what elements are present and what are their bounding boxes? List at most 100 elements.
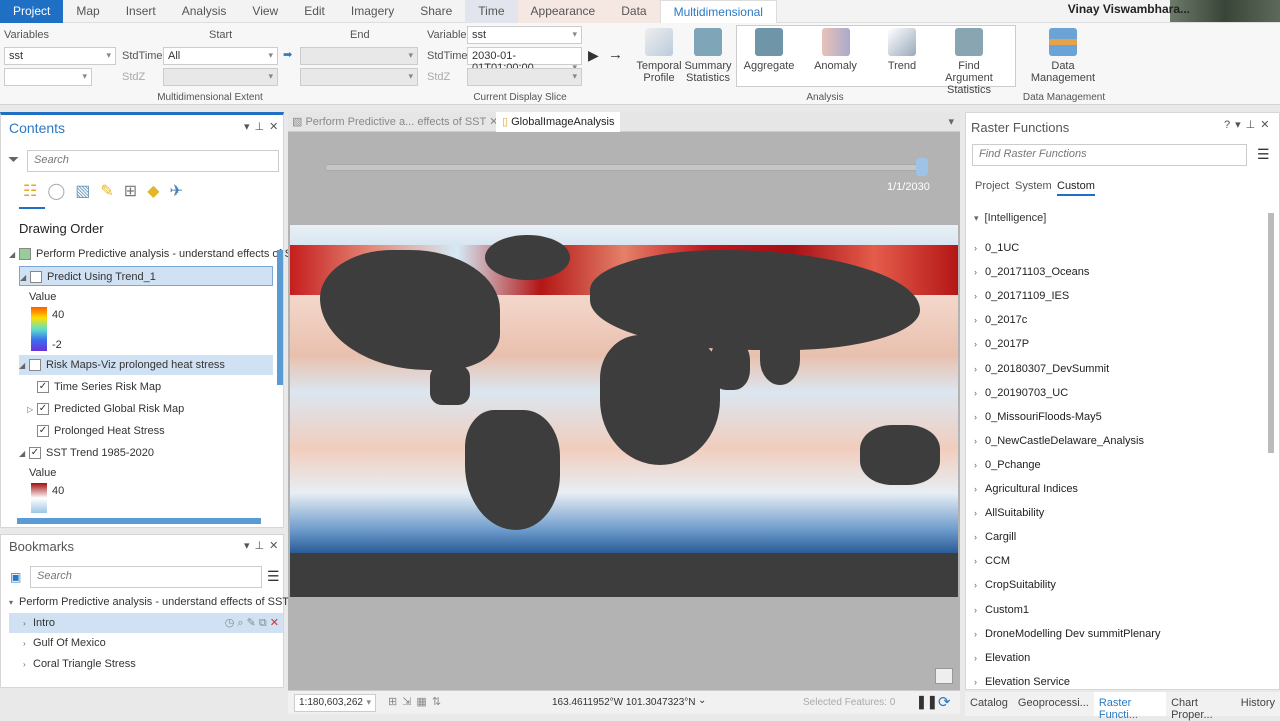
tab-map[interactable]: Map	[63, 0, 112, 23]
bookmark-actions[interactable]: ◷ ⌕ ✎ ⧉ ✕	[225, 613, 279, 633]
bookmark-intro[interactable]: › Intro ◷ ⌕ ✎ ⧉ ✕	[9, 613, 283, 633]
raster-function-item[interactable]: › Elevation	[974, 652, 1030, 664]
checkbox-checked[interactable]: ✓	[37, 381, 49, 394]
variable-dropdown[interactable]: sst	[467, 26, 582, 44]
data-management-button[interactable]: Data Management	[1030, 28, 1096, 84]
dimension-dropdown[interactable]	[4, 68, 92, 86]
raster-function-item[interactable]: › CCM	[974, 555, 1010, 567]
raster-function-item[interactable]: › Agricultural Indices	[974, 483, 1078, 495]
next-arrow-icon[interactable]: →	[608, 46, 623, 63]
bookmark-gulf[interactable]: › Gulf Of Mexico	[9, 633, 106, 653]
raster-function-item[interactable]: › Custom1	[974, 604, 1029, 616]
trend-button[interactable]: Trend	[878, 28, 926, 72]
intelligence-group[interactable]: ▾ [Intelligence]	[974, 212, 1046, 224]
raster-function-item[interactable]: › 0_NewCastleDelaware_Analysis	[974, 435, 1144, 447]
checkbox-checked[interactable]: ✓	[29, 447, 41, 460]
bookmark-map-group[interactable]: ▾ Perform Predictive analysis - understan…	[9, 592, 289, 612]
layer-checkbox[interactable]	[30, 271, 42, 284]
tab-data[interactable]: Data	[608, 0, 660, 23]
snapping-icon[interactable]: ⊞	[124, 181, 137, 201]
raster-function-item[interactable]: › Cargill	[974, 531, 1016, 543]
layer-time-series[interactable]: ✓ Time Series Risk Map	[37, 377, 161, 397]
time-slider[interactable]	[325, 164, 925, 171]
group-layer-risk-maps[interactable]: ◢ Risk Maps-Viz prolonged heat stress	[19, 355, 273, 375]
coordinate-format-dropdown[interactable]: ⌄	[698, 695, 706, 706]
checkbox-checked[interactable]: ✓	[37, 425, 49, 438]
summary-statistics-button[interactable]: Summary Statistics	[684, 28, 732, 84]
bookmarks-search-input[interactable]: Search	[30, 566, 262, 588]
aggregate-button[interactable]: Aggregate	[740, 28, 798, 72]
raster-function-item[interactable]: › 0_2017c	[974, 314, 1027, 326]
raster-function-item[interactable]: › 0_MissouriFloods-May5	[974, 411, 1102, 423]
raster-function-item[interactable]: › 0_20171109_IES	[974, 290, 1069, 302]
tab-time[interactable]: Time	[465, 0, 518, 23]
tab-edit[interactable]: Edit	[291, 0, 338, 23]
tab-imagery[interactable]: Imagery	[338, 0, 407, 23]
layer-predicted-global[interactable]: ▷ ✓ Predicted Global Risk Map	[27, 399, 184, 419]
variables-dropdown[interactable]: sst	[4, 47, 116, 65]
filter-icon[interactable]: ⏷	[8, 151, 19, 168]
tab-geoprocessing[interactable]: Geoprocessi...	[1013, 692, 1094, 716]
vertical-scrollbar[interactable]	[277, 250, 283, 385]
pane-controls[interactable]: ▾⊥✕	[244, 120, 283, 133]
contents-search-input[interactable]: Search	[27, 150, 279, 172]
raster-function-item[interactable]: › CropSuitability	[974, 579, 1056, 591]
tab-chart-properties[interactable]: Chart Proper...	[1166, 692, 1236, 721]
raster-function-item[interactable]: › 0_Pchange	[974, 459, 1041, 471]
apply-arrow-icon[interactable]: ➡	[283, 48, 292, 61]
tab-system[interactable]: System	[1015, 180, 1052, 192]
raster-function-item[interactable]: › AllSuitability	[974, 507, 1044, 519]
find-argument-statistics-button[interactable]: Find Argument Statistics	[934, 28, 1004, 96]
end-stdtime-dropdown[interactable]	[300, 47, 418, 65]
checkbox-checked[interactable]: ✓	[37, 403, 49, 416]
raster-function-item[interactable]: › Elevation Service	[974, 676, 1070, 688]
pause-icon[interactable]: ❚❚	[916, 694, 938, 710]
layer-predict-using-trend[interactable]: ◢ Predict Using Trend_1	[19, 266, 273, 286]
tab-insert[interactable]: Insert	[113, 0, 169, 23]
raster-function-item[interactable]: › 0_20171103_Oceans	[974, 266, 1089, 278]
raster-functions-search[interactable]: Find Raster Functions	[972, 144, 1247, 166]
menu-icon[interactable]: ☰	[1257, 146, 1270, 163]
tab-analysis[interactable]: Analysis	[169, 0, 240, 23]
tab-multidimensional[interactable]: Multidimensional	[659, 0, 777, 23]
start-stdtime-dropdown[interactable]: All	[163, 47, 278, 65]
user-name[interactable]: Vinay Viswambhara...	[1068, 2, 1190, 16]
tab-custom[interactable]: Custom	[1057, 180, 1095, 196]
raster-function-item[interactable]: › 0_20180307_DevSummit	[974, 363, 1109, 375]
raster-function-item[interactable]: › 0_2017P	[974, 338, 1029, 350]
tab-history[interactable]: History	[1236, 692, 1280, 716]
bookmark-icon[interactable]: ▣	[10, 570, 21, 584]
map-item[interactable]: ◢ Perform Predictive analysis - understan…	[9, 244, 306, 264]
map-tab-global[interactable]: ▯ GlobalImageAnalysis	[496, 112, 621, 132]
labeling-icon[interactable]: ◆	[147, 181, 159, 201]
slice-stdz-dropdown[interactable]	[467, 68, 582, 86]
rf-scrollbar[interactable]	[1268, 213, 1274, 453]
tab-raster-functions[interactable]: Raster Functi...	[1093, 692, 1167, 721]
tab-share[interactable]: Share	[407, 0, 465, 23]
raster-function-item[interactable]: › DroneModelling Dev summitPlenary	[974, 628, 1160, 640]
start-stdz-dropdown[interactable]	[163, 68, 278, 86]
time-slider-thumb[interactable]	[916, 158, 928, 176]
scale-dropdown[interactable]: 1:180,603,262	[294, 694, 376, 712]
drawing-order-icon[interactable]: ☷	[23, 181, 37, 201]
perspective-icon[interactable]: ✈	[170, 181, 183, 201]
slice-stdtime-dropdown[interactable]: 2030-01-01T01:00:00	[467, 47, 582, 74]
map-tools[interactable]: ⊞⇲▦⇅	[388, 695, 446, 708]
group-checkbox[interactable]	[29, 359, 41, 372]
pane-controls[interactable]: ?▾⊥✕	[1224, 118, 1274, 131]
selection-icon[interactable]: ▧	[75, 181, 90, 201]
bookmark-coral[interactable]: › Coral Triangle Stress	[9, 654, 136, 674]
raster-function-item[interactable]: › 0_1UC	[974, 242, 1019, 254]
raster-function-item[interactable]: › 0_20190703_UC	[974, 387, 1068, 399]
menu-icon[interactable]: ☰	[267, 568, 280, 585]
tabs-dropdown-icon[interactable]: ▾	[948, 115, 954, 128]
tab-catalog[interactable]: Catalog	[965, 692, 1013, 716]
temporal-profile-button[interactable]: Temporal Profile	[633, 28, 685, 84]
sst-raster-map[interactable]	[290, 225, 958, 597]
tab-project[interactable]: Project	[0, 0, 64, 23]
refresh-icon[interactable]: ⟳	[938, 693, 951, 711]
data-source-icon[interactable]: ◯	[47, 181, 65, 201]
map-tab-predictive[interactable]: ▧ Perform Predictive a... effects of SST…	[292, 115, 498, 128]
layer-sst-trend[interactable]: ◢ ✓ SST Trend 1985-2020	[19, 443, 154, 463]
layer-prolonged-heat[interactable]: ✓ Prolonged Heat Stress	[37, 421, 165, 441]
